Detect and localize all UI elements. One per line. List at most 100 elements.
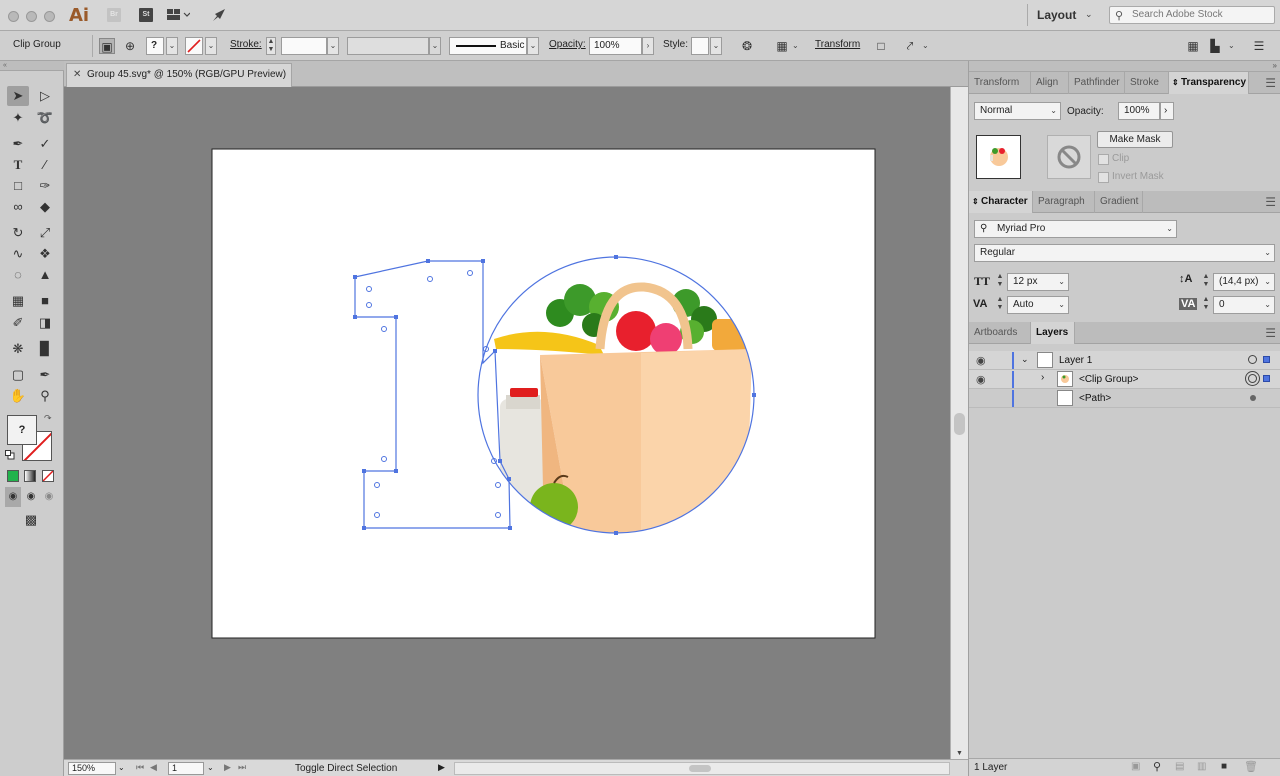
selection-indicator[interactable] xyxy=(1263,375,1270,382)
chevron-down-icon[interactable]: ⌄ xyxy=(792,41,799,50)
leading-field[interactable]: (14,4 px) ⌄ xyxy=(1213,273,1275,291)
stroke-weight-stepper[interactable]: ▲ ▼ xyxy=(266,37,276,55)
blend-tool-icon[interactable]: ◨ xyxy=(34,313,56,333)
symbol-sprayer-tool-icon[interactable]: ❋ xyxy=(7,339,29,359)
chevron-down-icon[interactable]: ⌄ xyxy=(1085,9,1093,20)
scale-tool-icon[interactable]: ⤢ xyxy=(34,223,56,243)
color-mode-button[interactable] xyxy=(7,470,19,482)
transparency-opacity-arrow[interactable]: › xyxy=(1160,102,1174,120)
draw-normal-icon[interactable]: ◉ xyxy=(5,487,21,507)
workspace-switcher[interactable]: Layout xyxy=(1037,8,1076,22)
recolor-artwork-icon[interactable]: ❂ xyxy=(739,38,755,54)
screen-mode-icon[interactable]: ▩ xyxy=(20,510,42,530)
font-size-field[interactable]: 12 px ⌄ xyxy=(1007,273,1069,291)
puppet-warp-tool-icon[interactable]: ❖ xyxy=(34,244,56,264)
default-fill-stroke-icon[interactable] xyxy=(5,450,15,460)
shaper-tool-icon[interactable]: ∞ xyxy=(7,197,29,217)
layers-panel-menu-icon[interactable]: ☰ xyxy=(1265,326,1276,340)
font-style-field[interactable]: Regular ⌄ xyxy=(974,244,1275,262)
select-similar-icon[interactable]: ⤤ xyxy=(902,38,918,54)
opacity-arrow[interactable]: › xyxy=(642,37,654,55)
minimize-window-button[interactable] xyxy=(26,11,37,22)
target-icon[interactable] xyxy=(1250,395,1256,401)
variable-width-dropdown[interactable]: ⌄ xyxy=(429,37,441,55)
first-artboard-icon[interactable]: ⏮ xyxy=(136,762,144,773)
transform-link[interactable]: Transform xyxy=(815,39,860,50)
layer-row[interactable]: <Path> xyxy=(969,389,1280,408)
brush-definition-field[interactable]: Basic xyxy=(449,37,527,55)
width-tool-icon[interactable]: ∿ xyxy=(7,244,29,264)
tracking-field[interactable]: 0 ⌄ xyxy=(1213,296,1275,314)
target-icon[interactable] xyxy=(1248,355,1257,364)
vertical-scrollbar[interactable]: ▼ xyxy=(950,87,968,759)
tab-transform[interactable]: Transform xyxy=(969,72,1031,94)
curvature-tool-icon[interactable]: ✓ xyxy=(34,134,56,154)
draw-inside-icon[interactable]: ◉ xyxy=(41,487,57,507)
canvas-area[interactable] xyxy=(64,87,950,759)
stroke-color-swatch[interactable] xyxy=(185,37,203,55)
previous-artboard-icon[interactable]: ◀ xyxy=(150,762,157,773)
chevron-down-icon[interactable]: ⌄ xyxy=(1228,41,1235,50)
slice-tool-icon[interactable]: ✒ xyxy=(34,365,56,385)
perspective-grid-tool-icon[interactable]: ▲ xyxy=(34,265,56,285)
artwork[interactable] xyxy=(64,87,950,759)
kerning-stepper[interactable]: ▲ ▼ xyxy=(995,296,1005,314)
make-mask-button[interactable]: Make Mask xyxy=(1097,131,1173,148)
fill-swatch[interactable]: ? xyxy=(7,415,37,445)
tab-gradient[interactable]: Gradient xyxy=(1095,191,1143,213)
next-artboard-icon[interactable]: ▶ xyxy=(224,762,231,773)
zoom-window-button[interactable] xyxy=(44,11,55,22)
new-layer-icon[interactable]: ■ xyxy=(1221,761,1227,772)
stroke-weight-field[interactable] xyxy=(281,37,327,55)
horizontal-scrollbar[interactable] xyxy=(454,762,950,775)
last-artboard-icon[interactable]: ⏭ xyxy=(238,762,246,773)
rectangle-tool-icon[interactable]: □ xyxy=(7,176,29,196)
graphic-style-swatch[interactable] xyxy=(691,37,709,55)
edit-clipping-path-icon[interactable]: ▣ xyxy=(99,38,115,54)
new-sublayer-icon[interactable]: ▥ xyxy=(1197,761,1206,772)
object-thumbnail[interactable] xyxy=(976,135,1021,179)
arrange-documents-icon[interactable] xyxy=(166,8,191,22)
close-tab-icon[interactable]: ✕ xyxy=(73,64,81,86)
scroll-down-arrow-icon[interactable]: ▼ xyxy=(956,750,963,757)
stroke-weight-dropdown[interactable]: ⌄ xyxy=(327,37,339,55)
line-segment-tool-icon[interactable]: ∕ xyxy=(34,155,56,175)
locate-object-icon[interactable]: ⚲ xyxy=(1153,760,1161,773)
transparency-panel-menu-icon[interactable]: ☰ xyxy=(1265,76,1276,90)
status-text[interactable]: Toggle Direct Selection xyxy=(295,763,397,774)
panel-dock-grip[interactable]: » xyxy=(969,61,1280,72)
tab-paragraph[interactable]: Paragraph xyxy=(1033,191,1095,213)
tools-panel-grip[interactable]: « xyxy=(0,61,64,71)
column-graph-tool-icon[interactable]: ▉ xyxy=(34,339,56,359)
artboard-tool-icon[interactable]: ▢ xyxy=(7,365,29,385)
transparency-opacity-field[interactable]: 100% xyxy=(1118,102,1160,120)
tab-transparency[interactable]: ⇕ Transparency xyxy=(1169,72,1249,94)
leading-stepper[interactable]: ▲ ▼ xyxy=(1201,273,1211,291)
clip-checkbox[interactable]: Clip xyxy=(1098,153,1129,165)
artboard-number-field[interactable]: 1 xyxy=(168,762,204,775)
stock-button[interactable]: St xyxy=(139,8,153,22)
gpu-performance-icon[interactable] xyxy=(211,7,227,23)
pen-tool-icon[interactable]: ✒ xyxy=(7,134,29,154)
paintbrush-tool-icon[interactable]: ✑ xyxy=(34,176,56,196)
align-to-icon[interactable]: ▙ xyxy=(1207,38,1223,54)
delete-layer-icon[interactable]: 🗑 xyxy=(1244,760,1258,773)
tab-stroke[interactable]: Stroke xyxy=(1125,72,1169,94)
graphic-style-dropdown[interactable]: ⌄ xyxy=(710,37,722,55)
stock-search-input[interactable]: ⚲ Search Adobe Stock xyxy=(1109,6,1275,24)
layer-name[interactable]: Layer 1 xyxy=(1059,355,1092,366)
hand-tool-icon[interactable]: ✋ xyxy=(7,386,29,406)
tab-character[interactable]: ⇕ Character xyxy=(969,191,1033,213)
kerning-field[interactable]: Auto ⌄ xyxy=(1007,296,1069,314)
layer-name[interactable]: <Path> xyxy=(1079,393,1111,404)
opacity-field[interactable]: 100% xyxy=(589,37,642,55)
variable-width-profile[interactable] xyxy=(347,37,429,55)
lasso-tool-icon[interactable]: ➰ xyxy=(34,108,56,128)
collapse-panels-icon[interactable]: » xyxy=(1273,61,1277,70)
chevron-down-icon[interactable]: ⌄ xyxy=(1021,354,1029,365)
bridge-button[interactable]: Br xyxy=(107,8,121,22)
align-options-icon[interactable]: ▦ xyxy=(774,38,790,54)
swap-fill-stroke-icon[interactable]: ↷ xyxy=(44,413,52,424)
rotate-tool-icon[interactable]: ↻ xyxy=(7,223,29,243)
isolate-group-icon[interactable]: □ xyxy=(873,38,889,54)
